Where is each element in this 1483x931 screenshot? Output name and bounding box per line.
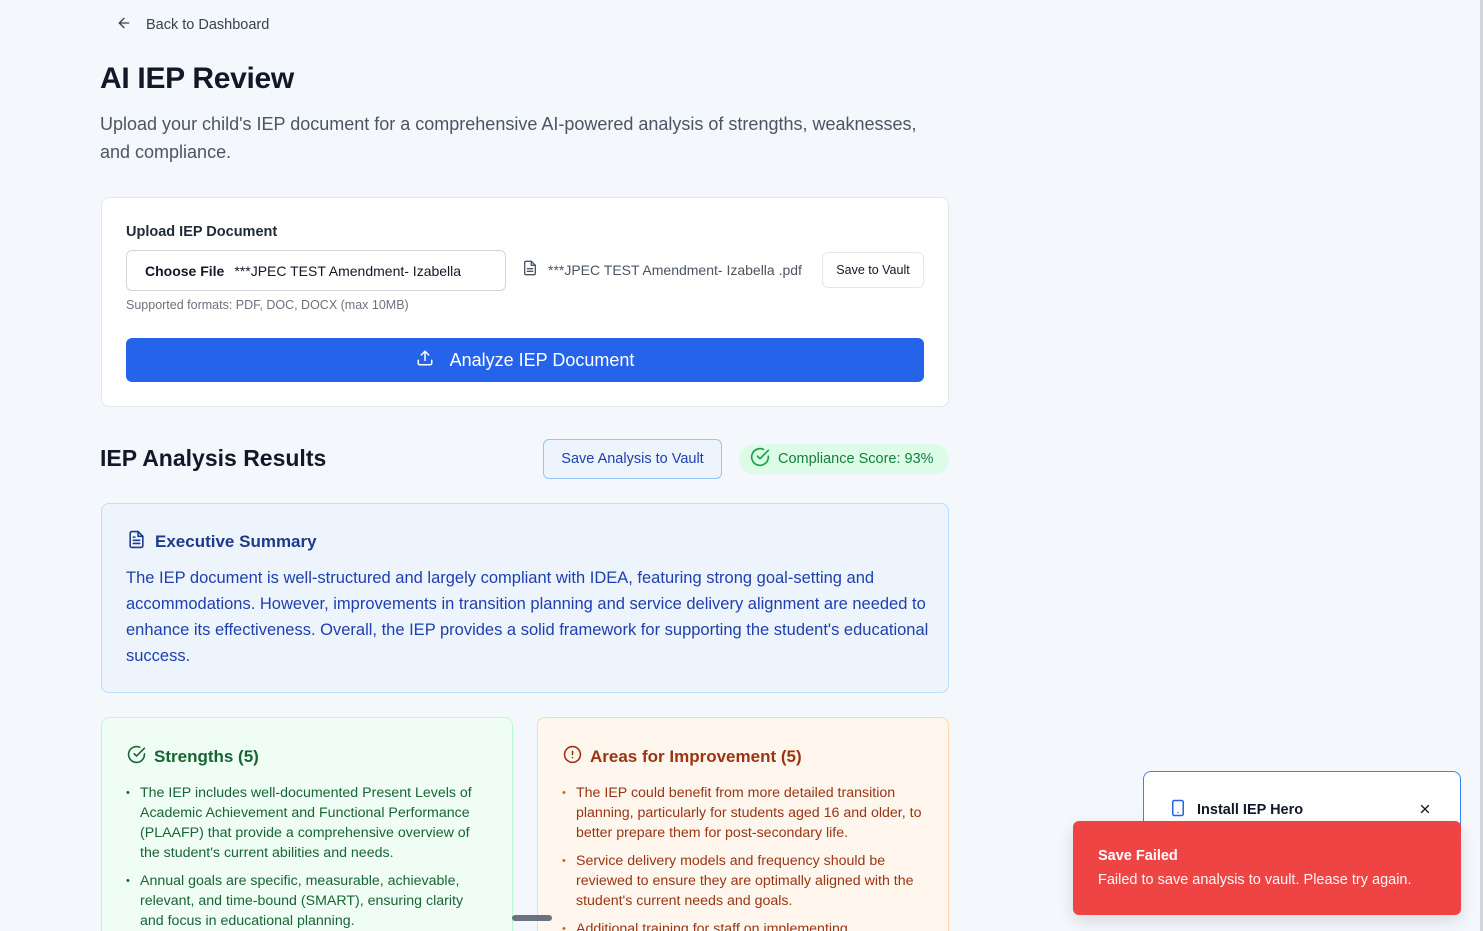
selected-file: ***JPEC TEST Amendment- Izabella .pdf bbox=[522, 260, 802, 279]
upload-card: Upload IEP Document Choose File ***JPEC … bbox=[101, 197, 949, 407]
back-to-dashboard-link[interactable]: Back to Dashboard bbox=[116, 14, 269, 36]
check-circle-icon bbox=[127, 745, 146, 769]
toast-title: Save Failed bbox=[1098, 848, 1178, 864]
install-heading: Install IEP Hero bbox=[1169, 799, 1303, 821]
improvements-card: Areas for Improvement (5) The IEP could … bbox=[537, 717, 949, 931]
alert-circle-icon bbox=[563, 745, 582, 769]
improvements-heading: Areas for Improvement (5) bbox=[563, 745, 802, 769]
check-circle-icon bbox=[750, 447, 770, 471]
choose-file-button[interactable]: Choose File bbox=[145, 263, 224, 279]
upload-label: Upload IEP Document bbox=[126, 224, 278, 240]
file-text-icon bbox=[127, 530, 146, 554]
list-item: The IEP could benefit from more detailed… bbox=[562, 783, 922, 843]
error-toast[interactable]: Save Failed Failed to save analysis to v… bbox=[1073, 821, 1461, 915]
compliance-score-label: Compliance Score: 93% bbox=[778, 451, 934, 467]
smartphone-icon bbox=[1169, 799, 1187, 821]
toast-message: Failed to save analysis to vault. Please… bbox=[1098, 872, 1412, 888]
file-input[interactable]: Choose File ***JPEC TEST Amendment- Izab… bbox=[126, 250, 506, 291]
compliance-badge: Compliance Score: 93% bbox=[739, 444, 949, 474]
save-to-vault-button[interactable]: Save to Vault bbox=[822, 252, 924, 288]
executive-summary-card: Executive Summary The IEP document is we… bbox=[101, 503, 949, 693]
results-title: IEP Analysis Results bbox=[100, 445, 327, 471]
analyze-label: Analyze IEP Document bbox=[449, 349, 635, 370]
list-item: Additional training for staff on impleme… bbox=[562, 919, 922, 931]
file-icon bbox=[522, 260, 538, 279]
summary-title: Executive Summary bbox=[155, 532, 317, 551]
improvements-list: The IEP could benefit from more detailed… bbox=[562, 783, 922, 931]
scroll-handle[interactable] bbox=[512, 915, 552, 921]
strengths-card: Strengths (5) The IEP includes well-docu… bbox=[101, 717, 513, 931]
improvements-title: Areas for Improvement (5) bbox=[590, 747, 802, 766]
selected-file-name: ***JPEC TEST Amendment- Izabella .pdf bbox=[548, 261, 802, 278]
strengths-title: Strengths (5) bbox=[154, 747, 259, 766]
page: Back to Dashboard AI IEP Review Upload y… bbox=[0, 0, 1483, 931]
page-title: AI IEP Review bbox=[100, 62, 294, 95]
page-subtitle: Upload your child's IEP document for a c… bbox=[100, 114, 917, 162]
list-item: The IEP includes well-documented Present… bbox=[126, 783, 486, 863]
close-icon[interactable] bbox=[1416, 800, 1434, 818]
summary-text: The IEP document is well-structured and … bbox=[126, 569, 929, 665]
upload-icon bbox=[416, 349, 434, 372]
supported-formats: Supported formats: PDF, DOC, DOCX (max 1… bbox=[126, 298, 409, 312]
back-label: Back to Dashboard bbox=[146, 17, 270, 33]
file-input-value: ***JPEC TEST Amendment- Izabella bbox=[234, 262, 462, 279]
arrow-left-icon bbox=[116, 15, 132, 35]
save-analysis-button[interactable]: Save Analysis to Vault bbox=[543, 439, 722, 479]
analyze-button[interactable]: Analyze IEP Document bbox=[126, 338, 924, 382]
list-item: Service delivery models and frequency sh… bbox=[562, 851, 922, 911]
strengths-heading: Strengths (5) bbox=[127, 745, 259, 769]
install-title: Install IEP Hero bbox=[1197, 802, 1304, 818]
strengths-list: The IEP includes well-documented Present… bbox=[126, 783, 486, 931]
summary-heading: Executive Summary bbox=[127, 530, 317, 554]
list-item: Annual goals are specific, measurable, a… bbox=[126, 871, 486, 931]
